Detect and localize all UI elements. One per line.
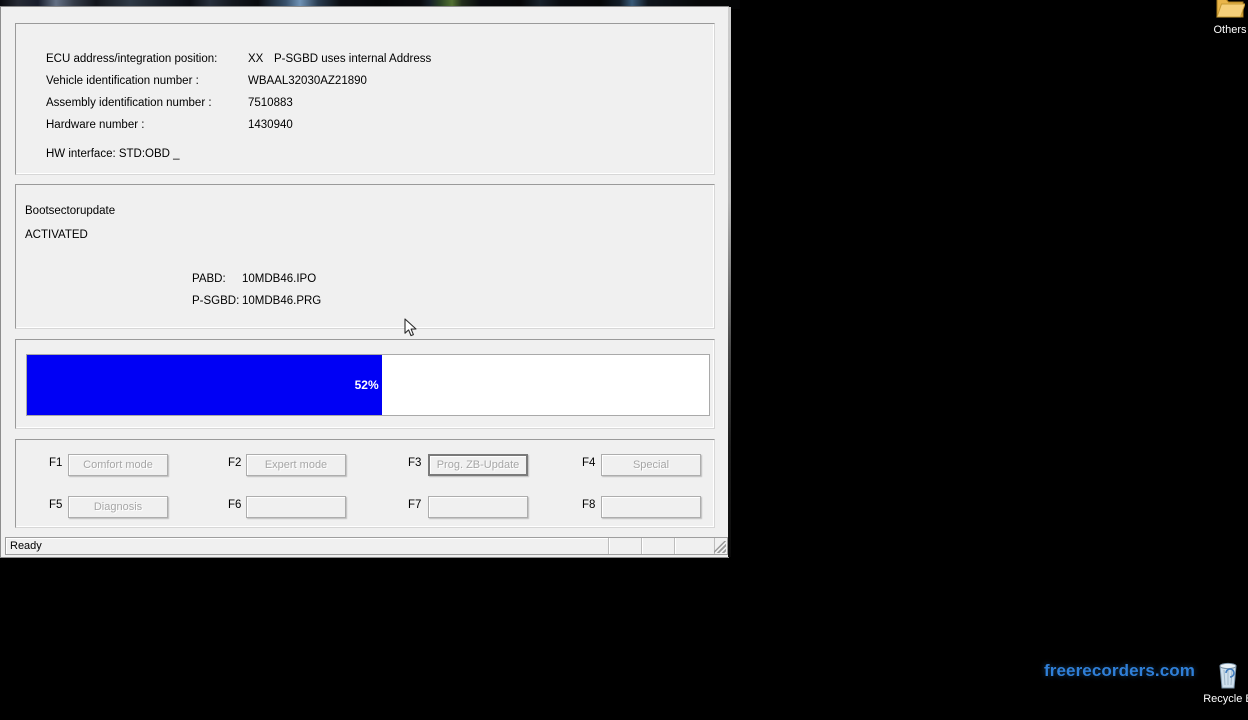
hw-interface-line: HW interface: STD:OBD _: [46, 148, 180, 160]
psgbd-label: P-SGBD:: [192, 295, 240, 307]
recycle-bin-icon: [1196, 658, 1248, 693]
assembly-id-value: 7510883: [248, 97, 293, 109]
fkey-label-f2: F2: [228, 457, 242, 469]
desktop-icon-recycle-bin-label: Recycle B: [1203, 693, 1248, 705]
progress-bar-fill: 52%: [27, 355, 382, 415]
vin-label: Vehicle identification number :: [46, 75, 199, 87]
screen: Others Recycle B freerecorders.com ECU a…: [0, 0, 1248, 720]
hardware-number-value: 1430940: [248, 119, 293, 131]
pabd-value: 10MDB46.IPO: [242, 273, 317, 285]
status-bar-pane-3: [675, 538, 715, 554]
vin-value: WBAAL32030AZ21890: [248, 75, 367, 87]
window-client-area: ECU address/integration position: XX P-SG…: [3, 9, 728, 555]
desktop-icon-others[interactable]: Others: [1198, 0, 1248, 36]
fkey-label-f7: F7: [408, 499, 422, 511]
expert-mode-button[interactable]: Expert mode: [246, 454, 346, 476]
fkey-label-f5: F5: [49, 499, 63, 511]
status-bar-pane-1: [609, 538, 642, 554]
bootsectorupdate-state: ACTIVATED: [25, 229, 88, 241]
f7-button[interactable]: [428, 496, 528, 518]
window-resize-grip[interactable]: [714, 538, 727, 554]
desktop-icon-recycle-bin[interactable]: Recycle B: [1196, 658, 1248, 705]
bootsectorupdate-title: Bootsectorupdate: [25, 205, 116, 217]
status-bar: Ready: [5, 537, 728, 555]
prog-zb-update-button[interactable]: Prog. ZB-Update: [428, 454, 528, 476]
ecu-address-note: P-SGBD uses internal Address: [274, 53, 432, 65]
function-key-panel: F1 Comfort mode F2 Expert mode F3 Prog. …: [15, 439, 715, 528]
folder-icon: [1198, 0, 1248, 24]
bootsector-status-panel: Bootsectorupdate ACTIVATED PABD: 10MDB46…: [15, 184, 715, 329]
psgbd-value: 10MDB46.PRG: [242, 295, 322, 307]
pabd-label: PABD:: [192, 273, 226, 285]
special-button[interactable]: Special: [601, 454, 701, 476]
application-window: ECU address/integration position: XX P-SG…: [0, 6, 731, 558]
hardware-number-label: Hardware number :: [46, 119, 145, 131]
f6-button[interactable]: [246, 496, 346, 518]
status-bar-message: Ready: [6, 538, 609, 554]
status-bar-pane-2: [642, 538, 675, 554]
fkey-label-f1: F1: [49, 457, 63, 469]
ecu-address-code: XX: [248, 53, 264, 65]
ecu-address-value: XX P-SGBD uses internal Address: [248, 53, 431, 65]
watermark-text: freerecorders.com: [1044, 661, 1195, 680]
fkey-label-f8: F8: [582, 499, 596, 511]
comfort-mode-button[interactable]: Comfort mode: [68, 454, 168, 476]
assembly-id-label: Assembly identification number :: [46, 97, 212, 109]
f8-button[interactable]: [601, 496, 701, 518]
ecu-info-panel: ECU address/integration position: XX P-SG…: [15, 23, 715, 175]
fkey-label-f3: F3: [408, 457, 422, 469]
progress-bar-track: 52%: [26, 354, 710, 416]
diagnosis-button[interactable]: Diagnosis: [68, 496, 168, 518]
fkey-label-f6: F6: [228, 499, 242, 511]
progress-panel: 52%: [15, 339, 715, 429]
desktop-icon-others-label: Others: [1213, 24, 1247, 36]
fkey-label-f4: F4: [582, 457, 596, 469]
ecu-address-label: ECU address/integration position:: [46, 53, 218, 65]
progress-percent-label: 52%: [354, 378, 379, 392]
